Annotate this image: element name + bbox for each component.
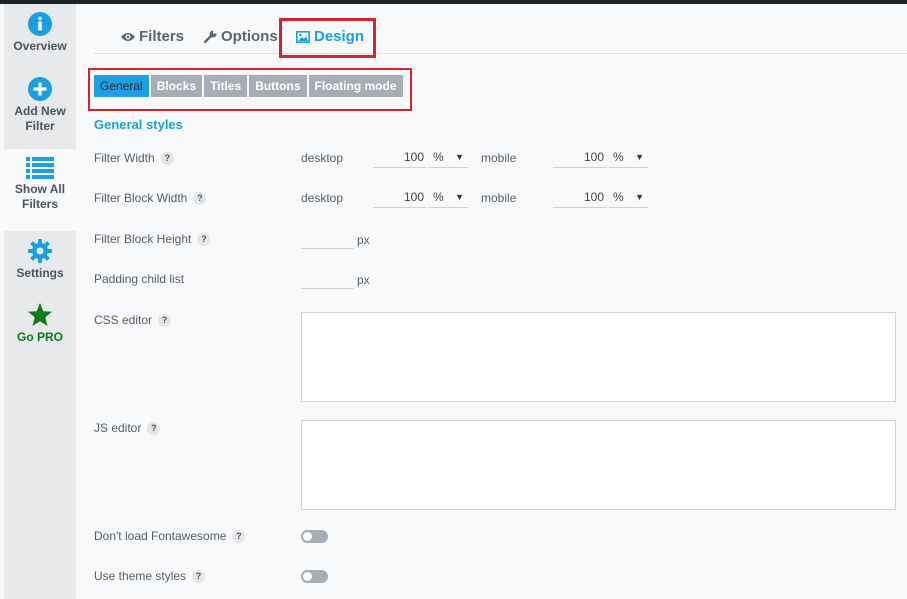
design-tab-highlight (279, 18, 376, 58)
filter-block-height-label: Filter Block Height ? (94, 232, 211, 246)
js-editor-label: JS editor ? (94, 421, 161, 435)
subtab-buttons[interactable]: Buttons (249, 75, 307, 97)
filter-block-width-mobile-input[interactable]: 100 (553, 188, 606, 208)
star-icon (28, 303, 52, 326)
help-icon[interactable]: ? (197, 232, 211, 246)
tab-label: Options (221, 28, 278, 45)
padding-child-list-label: Padding child list (94, 272, 184, 286)
help-icon[interactable]: ? (160, 151, 174, 165)
subtab-titles[interactable]: Titles (204, 75, 248, 97)
js-editor-textarea[interactable] (301, 420, 896, 510)
plus-circle-icon (28, 77, 52, 101)
help-icon[interactable]: ? (193, 191, 207, 205)
field-label: CSS editor (94, 313, 153, 327)
sidebar: Overview Add New Filter Show All Filters (4, 4, 76, 599)
px-unit-label: px (357, 233, 370, 247)
use-theme-styles-label: Use theme styles ? (94, 569, 206, 583)
unit-value: % (613, 150, 624, 164)
field-label: Don't load Fontawesome (94, 529, 227, 543)
padding-child-list-input[interactable] (301, 269, 354, 289)
sidebar-item-overview[interactable]: Overview (4, 12, 76, 54)
filter-width-mobile-input[interactable]: 100 (553, 148, 606, 168)
filter-block-width-desktop-unit-select[interactable]: % ▼ (428, 188, 468, 208)
tab-filters[interactable]: Filters (121, 28, 184, 45)
dropdown-arrow-icon: ▼ (455, 192, 464, 202)
dropdown-arrow-icon: ▼ (455, 152, 464, 162)
design-subtabs: General Blocks Titles Buttons Floating m… (94, 75, 403, 97)
subtab-floating-mode[interactable]: Floating mode (308, 75, 403, 97)
dropdown-arrow-icon: ▼ (635, 192, 644, 202)
sidebar-item-label: Add New Filter (14, 104, 66, 133)
unit-value: % (433, 150, 444, 164)
sidebar-item-label: Show All Filters (14, 182, 66, 211)
field-label: Use theme styles (94, 569, 187, 583)
filter-width-mobile-unit-select[interactable]: % ▼ (608, 148, 648, 168)
dont-load-fontawesome-label: Don't load Fontawesome ? (94, 529, 246, 543)
gear-icon (28, 239, 52, 263)
info-icon (28, 12, 52, 36)
list-icon (26, 157, 54, 179)
field-label: Filter Block Height (94, 232, 192, 246)
mobile-label: mobile (481, 191, 517, 205)
filter-block-height-input[interactable] (301, 229, 354, 249)
filter-block-width-desktop-input[interactable]: 100 (373, 188, 426, 208)
dont-load-fontawesome-toggle[interactable] (301, 530, 328, 543)
eye-icon (121, 32, 135, 41)
tab-options[interactable]: Options (204, 28, 278, 45)
sidebar-item-label: Overview (13, 39, 67, 53)
field-label: Filter Width (94, 151, 155, 165)
dropdown-arrow-icon: ▼ (635, 152, 644, 162)
filter-block-width-mobile-unit-select[interactable]: % ▼ (608, 188, 648, 208)
filter-width-desktop-input[interactable]: 100 (373, 148, 426, 168)
subtab-general[interactable]: General (94, 75, 149, 97)
sidebar-item-settings[interactable]: Settings (4, 239, 76, 281)
unit-value: % (433, 190, 444, 204)
wrench-icon (204, 30, 217, 43)
sidebar-item-go-pro[interactable]: Go PRO (4, 303, 76, 345)
sidebar-item-label: Settings (16, 266, 64, 280)
css-editor-textarea[interactable] (301, 312, 896, 402)
sidebar-item-add-new-filter[interactable]: Add New Filter (4, 77, 76, 134)
sidebar-item-show-all-filters[interactable]: Show All Filters (4, 149, 76, 231)
mobile-label: mobile (481, 151, 517, 165)
filter-width-label: Filter Width ? (94, 151, 174, 165)
desktop-label: desktop (301, 191, 344, 205)
filter-width-desktop-unit-select[interactable]: % ▼ (428, 148, 468, 168)
use-theme-styles-toggle[interactable] (301, 570, 328, 583)
section-title: General styles (94, 117, 183, 132)
desktop-label: desktop (301, 151, 344, 165)
help-icon[interactable]: ? (147, 421, 161, 435)
main-tabs: Filters Options Design (94, 20, 907, 54)
help-icon[interactable]: ? (192, 569, 206, 583)
subtab-blocks[interactable]: Blocks (150, 75, 203, 97)
px-unit-label: px (357, 273, 370, 287)
help-icon[interactable]: ? (158, 313, 172, 327)
unit-value: % (613, 190, 624, 204)
tab-label: Filters (139, 28, 185, 45)
field-label: Filter Block Width (94, 191, 188, 205)
field-label: JS editor (94, 421, 142, 435)
filter-block-width-label: Filter Block Width ? (94, 191, 207, 205)
css-editor-label: CSS editor ? (94, 313, 172, 327)
sidebar-item-label: Go PRO (16, 330, 63, 344)
field-label: Padding child list (94, 272, 185, 286)
top-bar (0, 0, 907, 4)
help-icon[interactable]: ? (232, 529, 246, 543)
